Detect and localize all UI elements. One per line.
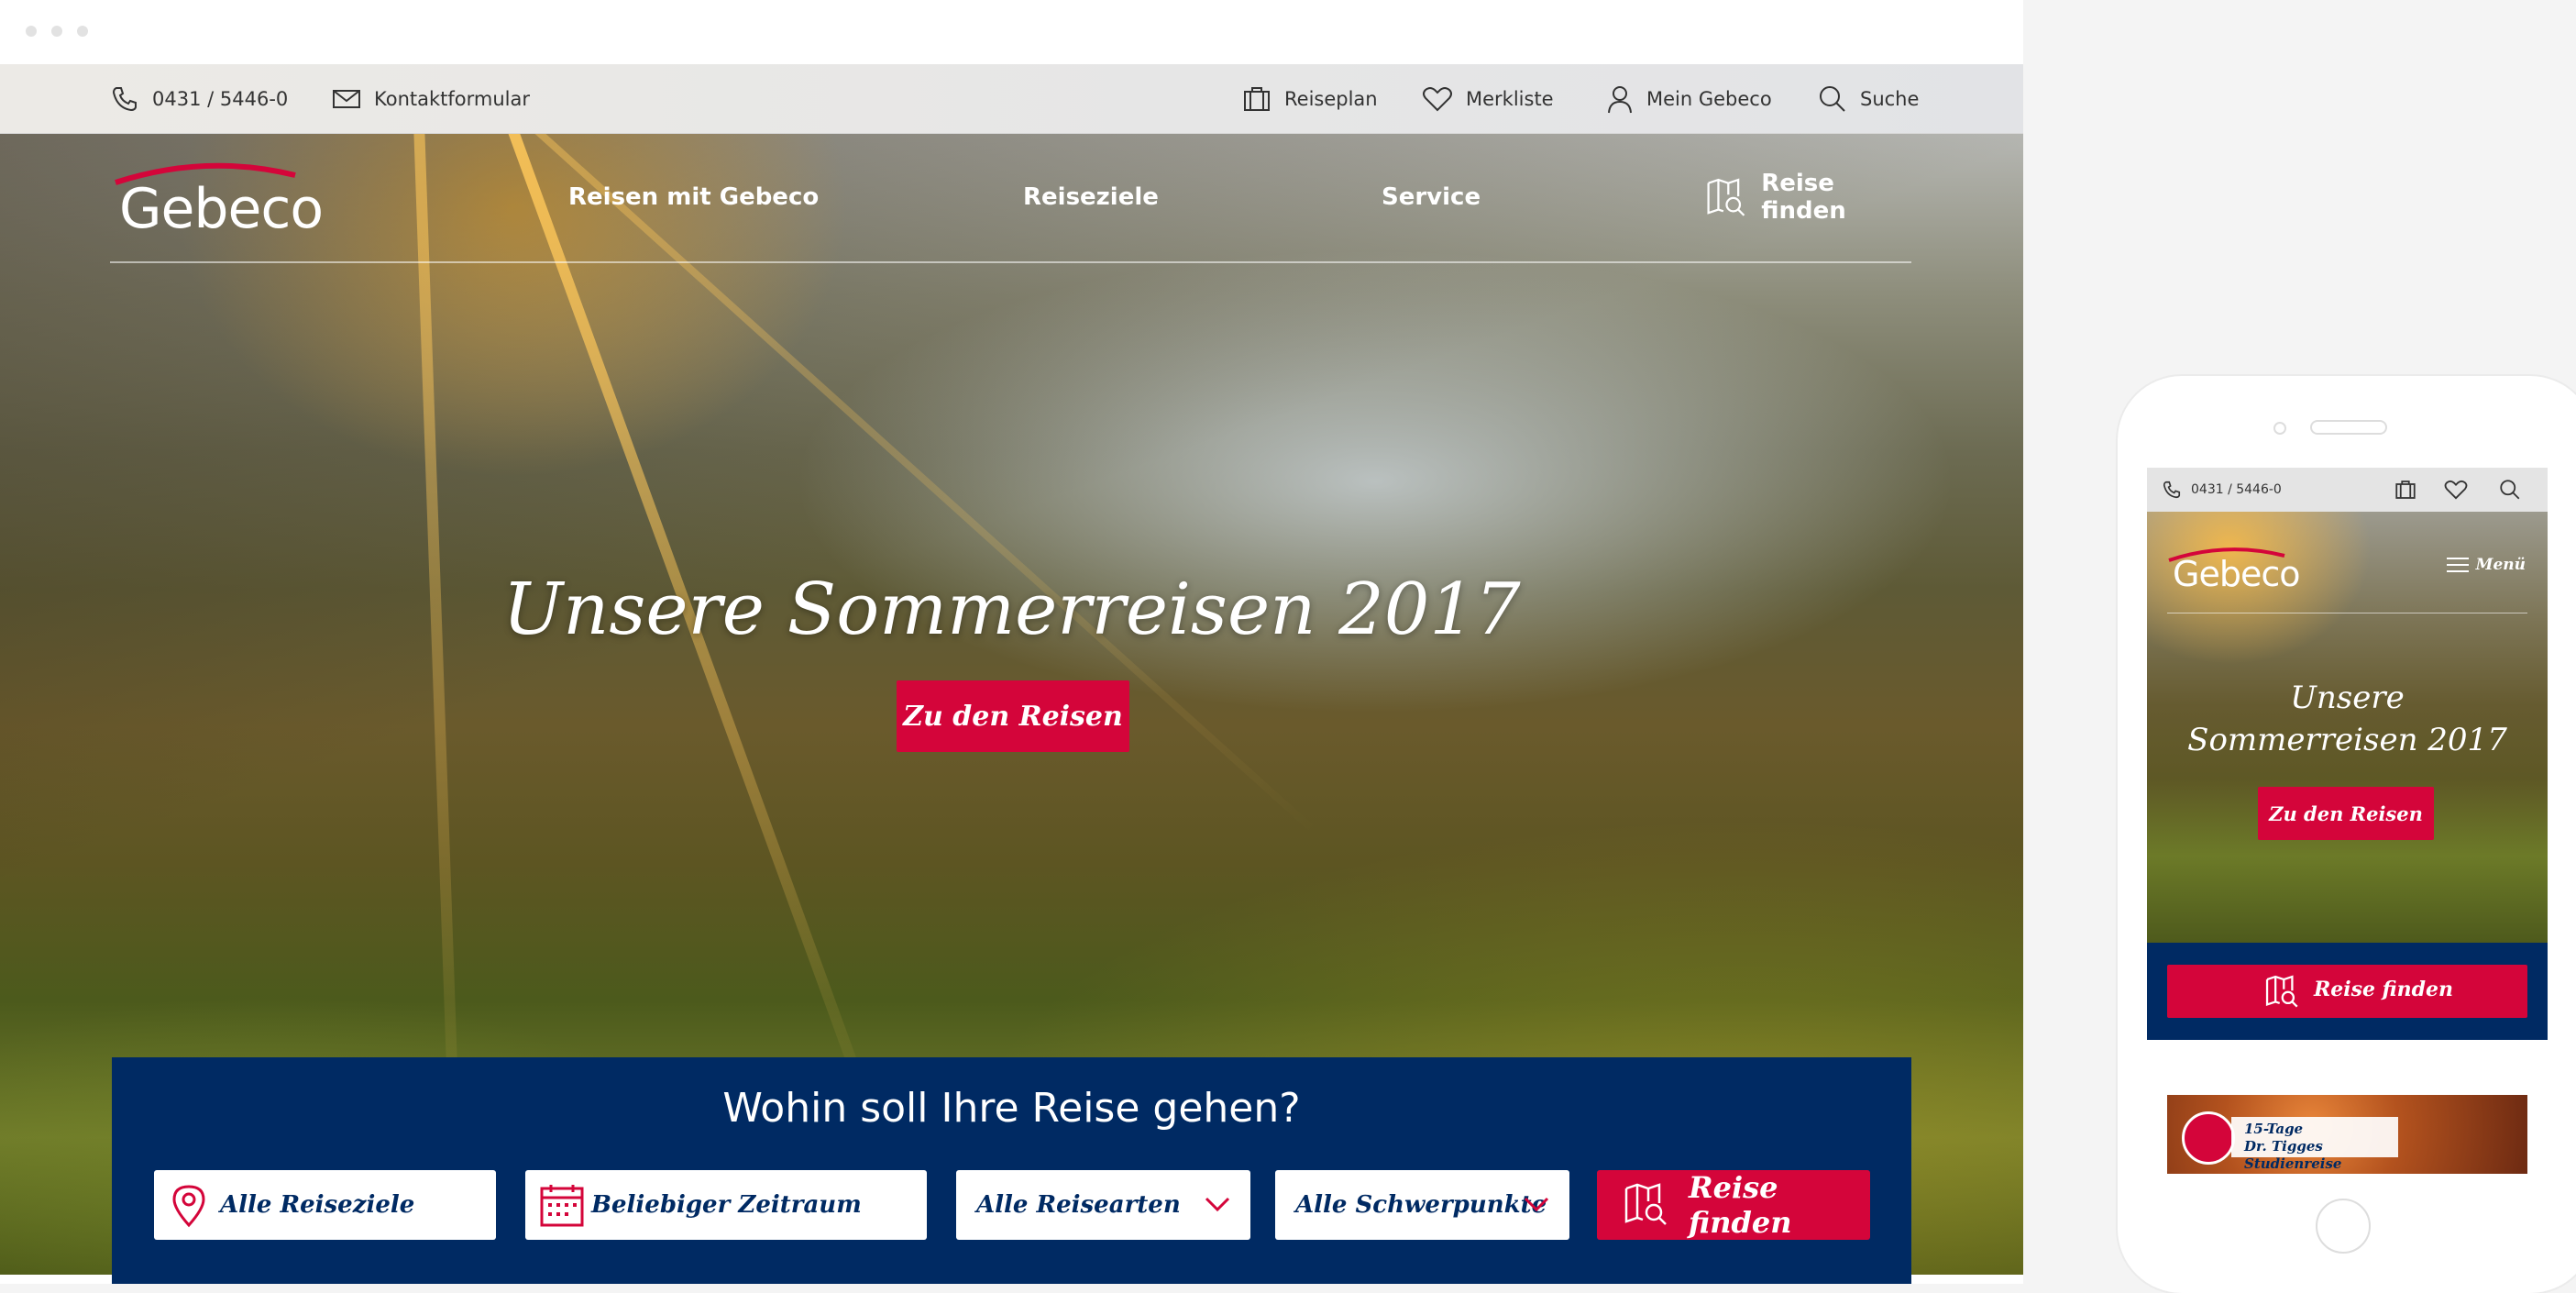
phone-speaker <box>2310 420 2387 435</box>
contact-form-link[interactable]: Kontaktformular <box>332 64 530 133</box>
mein-gebeco-label: Mein Gebeco <box>1646 87 1772 110</box>
teaser-line2: Dr. Tigges Studienreise <box>2244 1138 2342 1172</box>
suitcase-icon <box>1244 86 1270 111</box>
reiseplan-label: Reiseplan <box>1284 87 1378 110</box>
mobile-device: 0431 / 5446-0 Gebeco Menü Unsere Sommerr… <box>2118 376 2576 1293</box>
mobile-zu-den-reisen-button[interactable]: Zu den Reisen <box>2258 787 2434 840</box>
window-dot <box>51 26 62 37</box>
mobile-top-bar: 0431 / 5446-0 <box>2147 468 2548 512</box>
map-search-icon <box>1707 178 1745 216</box>
map-search-icon <box>1624 1183 1667 1225</box>
contact-label: Kontaktformular <box>374 87 530 110</box>
merkliste-label: Merkliste <box>1466 87 1554 110</box>
suitcase-icon[interactable] <box>2394 479 2416 501</box>
phone-link[interactable]: 0431 / 5446-0 <box>110 64 288 133</box>
search-icon[interactable] <box>2499 479 2521 501</box>
mobile-menu-label: Menü <box>2475 556 2526 574</box>
user-icon <box>1608 85 1632 113</box>
reiseart-value: Alle Reisearten <box>976 1191 1181 1219</box>
merkliste-link[interactable]: Merkliste <box>1422 64 1554 133</box>
teaser-badge-icon <box>2182 1111 2235 1165</box>
heart-icon <box>1423 86 1452 111</box>
phone-number: 0431 / 5446-0 <box>152 87 289 110</box>
heart-icon[interactable] <box>2444 479 2468 501</box>
search-icon <box>1820 85 1845 112</box>
mobile-hero-title: Unsere Sommerreisen 2017 <box>2174 677 2520 761</box>
teaser-line1: 15-Tage <box>2244 1121 2304 1137</box>
desktop-page: 0431 / 5446-0 Kontaktformular Reiseplan … <box>0 64 2023 1284</box>
phone-icon <box>112 86 137 111</box>
mobile-screen: 0431 / 5446-0 Gebeco Menü Unsere Sommerr… <box>2147 468 2548 1174</box>
schwerpunkt-select[interactable]: Alle Schwerpunkte <box>1275 1170 1569 1240</box>
suche-label: Suche <box>1860 87 1920 110</box>
mobile-logo-text[interactable]: Gebeco <box>2173 554 2300 594</box>
phone-home-button <box>2316 1199 2371 1254</box>
chevron-down-icon <box>1524 1197 1549 1212</box>
nav-reisen-mit-gebeco[interactable]: Reisen mit Gebeco <box>568 133 819 261</box>
reiseplan-link[interactable]: Reiseplan <box>1242 64 1378 133</box>
hero-title: Unsere Sommerreisen 2017 <box>502 569 1521 651</box>
reise-finden-label: Reise finden <box>1689 1170 1792 1240</box>
schwerpunkt-value: Alle Schwerpunkte <box>1295 1191 1547 1219</box>
window-dot <box>26 26 37 37</box>
mobile-teaser-card[interactable]: 15-Tage Dr. Tigges Studienreise <box>2167 1095 2527 1174</box>
trip-search-box: Wohin soll Ihre Reise gehen? Alle Reisez… <box>112 1057 1911 1284</box>
mobile-reise-finden-label: Reise finden <box>2314 978 2454 1001</box>
mobile-hero-title-line2: Sommerreisen 2017 <box>2187 722 2507 758</box>
suche-link[interactable]: Suche <box>1818 64 1919 133</box>
logo-text: Gebeco <box>119 177 324 241</box>
mail-icon <box>333 89 360 108</box>
phone-camera <box>2273 422 2286 435</box>
browser-chrome <box>0 0 2023 64</box>
mein-gebeco-link[interactable]: Mein Gebeco <box>1606 64 1772 133</box>
search-title: Wohin soll Ihre Reise gehen? <box>722 1085 1301 1132</box>
period-field[interactable]: Beliebiger Zeitraum <box>525 1170 927 1240</box>
period-value: Beliebiger Zeitraum <box>591 1191 862 1219</box>
mobile-reise-finden-button[interactable]: Reise finden <box>2167 965 2527 1018</box>
calendar-icon <box>540 1185 584 1227</box>
main-navigation: Gebeco Reisen mit Gebeco Reiseziele Serv… <box>110 133 1911 263</box>
destination-value: Alle Reiseziele <box>220 1191 415 1219</box>
zu-den-reisen-button[interactable]: Zu den Reisen <box>897 680 1129 752</box>
destination-field[interactable]: Alle Reiseziele <box>154 1170 496 1240</box>
window-dot <box>77 26 88 37</box>
top-utility-bar: 0431 / 5446-0 Kontaktformular Reiseplan … <box>0 64 2023 134</box>
nav-reiseziele[interactable]: Reiseziele <box>1023 133 1159 261</box>
map-search-icon <box>2265 975 2298 1008</box>
phone-icon <box>2163 481 2181 499</box>
mobile-phone-number: 0431 / 5446-0 <box>2191 482 2282 497</box>
gebeco-logo[interactable]: Gebeco <box>110 151 330 243</box>
mobile-hero-title-line1: Unsere <box>2290 680 2405 716</box>
hamburger-icon <box>2446 558 2469 572</box>
teaser-title: 15-Tage Dr. Tigges Studienreise <box>2231 1117 2398 1172</box>
location-pin-icon <box>172 1185 205 1228</box>
mobile-menu-button[interactable]: Menü <box>2446 556 2526 574</box>
nav-reise-finden-label: Reise finden <box>1761 170 1846 225</box>
nav-service[interactable]: Service <box>1382 133 1481 261</box>
desktop-browser-window: 0431 / 5446-0 Kontaktformular Reiseplan … <box>0 0 2023 1284</box>
chevron-down-icon <box>1205 1197 1230 1212</box>
mobile-phone-link[interactable]: 0431 / 5446-0 <box>2162 468 2282 512</box>
nav-reise-finden[interactable]: Reise finden <box>1705 133 1911 261</box>
reise-finden-button[interactable]: Reise finden <box>1597 1170 1870 1240</box>
reiseart-select[interactable]: Alle Reisearten <box>956 1170 1250 1240</box>
